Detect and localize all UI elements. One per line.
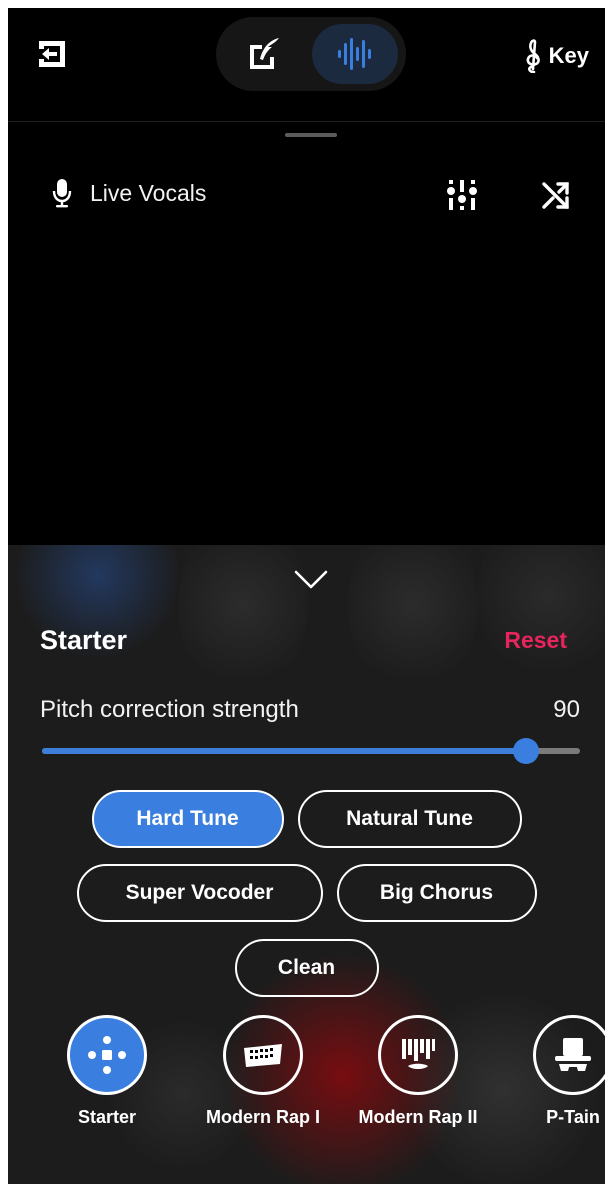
big-chorus-chip[interactable]: Big Chorus xyxy=(336,864,537,922)
preset-p-tain[interactable]: P-Tain xyxy=(498,1015,605,1128)
top-bar: Key xyxy=(8,8,605,122)
preset-name: Starter xyxy=(77,1107,137,1127)
p-tain-preset-icon xyxy=(533,1015,605,1095)
natural-tune-chip[interactable]: Natural Tune xyxy=(297,790,522,848)
preset-name: Modern Rap I xyxy=(205,1107,320,1127)
pitch-strength-slider[interactable] xyxy=(42,738,580,764)
chevron-down-icon xyxy=(294,570,328,589)
write-mode-button[interactable] xyxy=(222,24,308,84)
reset-button[interactable]: Reset xyxy=(504,627,567,654)
top-hat-icon xyxy=(555,1038,591,1071)
track-header: Live Vocals xyxy=(8,173,605,217)
background-glow xyxy=(348,545,478,695)
clean-chip[interactable]: Clean xyxy=(234,939,379,997)
waveform-icon xyxy=(338,38,371,70)
preset-name: P-Tain xyxy=(546,1107,600,1127)
microphone-icon xyxy=(52,179,72,208)
harmonica-icon xyxy=(244,1044,282,1067)
preset-modern-rap-2[interactable]: Modern Rap II xyxy=(343,1015,493,1128)
exit-button[interactable] xyxy=(32,34,72,74)
preset-modern-rap-1[interactable]: Modern Rap I xyxy=(188,1015,338,1128)
pitch-strength-value: 90 xyxy=(553,696,580,723)
key-label: Key xyxy=(548,43,589,68)
mixer-sliders-icon xyxy=(447,180,477,210)
quill-pad-icon xyxy=(250,38,279,69)
drag-handle[interactable] xyxy=(285,133,337,137)
track-label: Live Vocals xyxy=(90,179,207,206)
mode-switch xyxy=(216,17,406,91)
record-mode-button[interactable] xyxy=(312,24,398,84)
starter-icon xyxy=(88,1036,126,1074)
autotune-panel: Starter Reset Pitch correction strength … xyxy=(8,545,605,1184)
exit-icon xyxy=(39,41,65,67)
pipes-icon xyxy=(402,1039,435,1069)
modern-rap-1-preset-icon xyxy=(223,1015,303,1095)
shuffle-button[interactable] xyxy=(534,173,578,217)
chip-row-1: Hard Tune Natural Tune xyxy=(8,790,605,848)
chip-row-2: Super Vocoder Big Chorus xyxy=(8,864,605,922)
app-screen: Key Live Vocals Starter Reset Pitch corr… xyxy=(8,8,605,1184)
preset-title: Starter xyxy=(40,625,128,655)
key-button[interactable]: Key xyxy=(523,38,589,74)
super-vocoder-chip[interactable]: Super Vocoder xyxy=(76,864,323,922)
starter-preset-icon xyxy=(67,1015,147,1095)
background-glow xyxy=(178,545,308,695)
preset-starter[interactable]: Starter xyxy=(32,1015,182,1128)
slider-thumb[interactable] xyxy=(513,738,540,764)
mixer-button[interactable] xyxy=(440,173,484,217)
preset-name: Modern Rap II xyxy=(358,1107,478,1127)
track-label-group: Live Vocals xyxy=(52,177,206,209)
shuffle-icon xyxy=(542,182,569,209)
treble-clef-icon xyxy=(526,39,540,73)
preset-carousel: Starter Modern Rap I Modern Rap II P-Tai… xyxy=(8,1015,605,1135)
chip-row-3: Clean xyxy=(8,939,605,997)
hard-tune-chip[interactable]: Hard Tune xyxy=(91,790,284,848)
slider-fill xyxy=(42,748,527,754)
pitch-strength-label: Pitch correction strength xyxy=(40,696,299,723)
collapse-button[interactable] xyxy=(291,563,331,597)
background-glow xyxy=(478,545,605,685)
modern-rap-2-preset-icon xyxy=(378,1015,458,1095)
